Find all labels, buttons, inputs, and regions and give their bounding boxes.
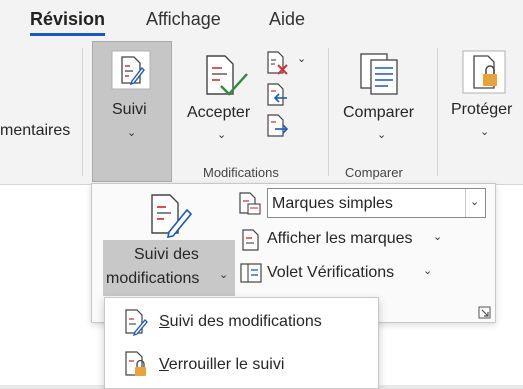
- track-changes-icon: [125, 309, 148, 336]
- chevron-down-icon[interactable]: ⌄: [217, 128, 226, 141]
- track-changes-icon: [111, 50, 151, 90]
- access-key: S: [159, 313, 170, 330]
- chevron-down-icon[interactable]: ⌄: [423, 264, 432, 277]
- comments-group-label[interactable]: mentaires: [0, 122, 70, 140]
- chevron-down-icon: ⌄: [470, 196, 480, 208]
- compare-icon[interactable]: [358, 52, 402, 96]
- volet-verifications-button[interactable]: Volet Vérifications: [267, 264, 394, 282]
- accepter-label[interactable]: Accepter: [187, 104, 250, 122]
- tab-aide[interactable]: Aide: [269, 9, 305, 30]
- active-tab-indicator: [30, 33, 105, 36]
- tab-affichage[interactable]: Affichage: [146, 9, 221, 30]
- modifications-group-label: Modifications: [203, 165, 279, 180]
- separator: [82, 48, 83, 176]
- proteger-label[interactable]: Protéger: [451, 101, 512, 119]
- suivi-label: Suivi: [112, 101, 147, 118]
- accept-icon[interactable]: [203, 54, 249, 100]
- tab-revision[interactable]: Révision: [30, 9, 105, 30]
- chevron-down-icon[interactable]: ⌄: [433, 230, 442, 243]
- menu-item-suivi-des-modifications[interactable]: Suivi des modifications: [159, 313, 322, 331]
- next-change-icon[interactable]: [265, 113, 289, 139]
- chevron-down-icon[interactable]: ⌄: [480, 125, 489, 138]
- display-review-icon: [239, 192, 261, 215]
- chevron-down-icon: ⌄: [127, 127, 137, 139]
- markup-select-value: Marques simples: [272, 195, 393, 212]
- ribbon: [0, 40, 523, 185]
- suivi-des-label: Suivi des: [134, 246, 199, 263]
- menu-item-verrouiller-le-suivi[interactable]: Verrouiller le suivi: [159, 356, 284, 374]
- chevron-down-icon: ⌄: [219, 269, 229, 281]
- reject-icon[interactable]: [265, 50, 289, 76]
- separator: [437, 48, 438, 176]
- afficher-marques-button[interactable]: Afficher les marques: [267, 230, 413, 248]
- modifications-label: modifications: [106, 270, 200, 287]
- track-changes-icon: [151, 194, 193, 238]
- chevron-down-icon[interactable]: ⌄: [297, 52, 306, 65]
- lock-tracking-icon: [125, 351, 146, 376]
- show-markup-icon: [242, 229, 259, 251]
- dialog-launcher-icon[interactable]: [478, 306, 492, 320]
- menu-item-label: errouiller le suivi: [168, 356, 285, 373]
- access-key: V: [159, 356, 169, 373]
- comparer-label[interactable]: Comparer: [343, 104, 414, 122]
- separator: [328, 48, 329, 176]
- comparer-group-label: Comparer: [345, 165, 403, 180]
- chevron-down-icon[interactable]: ⌄: [377, 128, 386, 141]
- protect-icon[interactable]: [462, 50, 506, 94]
- previous-change-icon[interactable]: [265, 82, 289, 108]
- reviewing-pane-icon: [240, 263, 262, 283]
- menu-item-label: uivi des modifications: [169, 313, 322, 330]
